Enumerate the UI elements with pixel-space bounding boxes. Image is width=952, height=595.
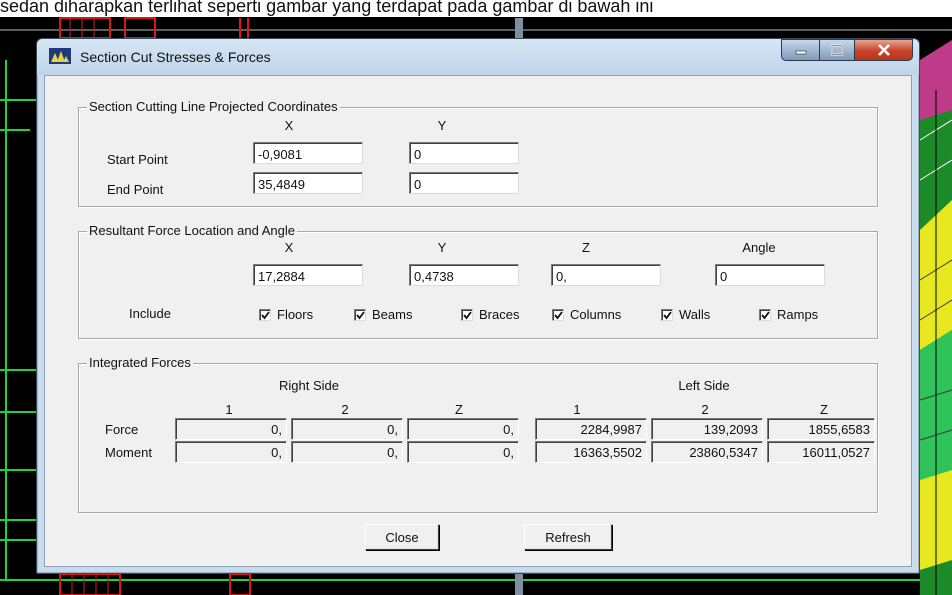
resultant-group: Resultant Force Location and Angle X Y Z…	[78, 223, 878, 339]
checkmark-icon	[663, 310, 672, 319]
checkmark-icon	[463, 310, 472, 319]
resultant-x-input[interactable]	[253, 264, 363, 286]
close-icon	[877, 44, 890, 56]
include-ramps-label: Ramps	[777, 307, 819, 322]
include-braces-checkbox[interactable]: Braces	[461, 307, 519, 322]
checkbox-box[interactable]	[259, 308, 271, 321]
coords-group: Section Cutting Line Projected Coordinat…	[78, 99, 878, 207]
checkmark-icon	[356, 310, 365, 319]
include-label: Include	[129, 306, 171, 321]
col-header: Z	[455, 402, 463, 417]
close-button[interactable]: Close	[365, 524, 439, 550]
integrated-forces-group: Integrated Forces Right Side Left Side 1…	[78, 355, 878, 513]
force-right-z: 0,	[407, 418, 519, 440]
checkmark-icon	[761, 310, 770, 319]
checkmark-icon	[554, 310, 563, 319]
right-side-header: Right Side	[279, 378, 339, 393]
coords-x-header: X	[284, 118, 294, 133]
etabs-app-icon	[49, 48, 71, 64]
minimize-button[interactable]	[781, 39, 819, 61]
include-walls-label: Walls	[679, 307, 711, 322]
checkbox-box[interactable]	[354, 308, 366, 321]
force-left-1: 2284,9987	[535, 418, 647, 440]
coords-y-header: Y	[437, 118, 447, 133]
close-window-button[interactable]	[855, 39, 913, 61]
include-walls-checkbox[interactable]: Walls	[661, 307, 710, 322]
coords-group-label: Section Cutting Line Projected Coordinat…	[87, 99, 340, 114]
checkbox-box[interactable]	[759, 308, 771, 321]
include-braces-label: Braces	[479, 307, 520, 322]
end-point-label: End Point	[107, 182, 164, 197]
force-right-2: 0,	[291, 418, 403, 440]
include-floors-checkbox[interactable]: Floors	[259, 307, 313, 322]
dialog-client-area: Section Cutting Line Projected Coordinat…	[44, 75, 912, 567]
include-columns-checkbox[interactable]: Columns	[552, 307, 621, 322]
resultant-angle-header: Angle	[742, 240, 776, 255]
left-side-header: Left Side	[678, 378, 730, 393]
moment-right-1: 0,	[175, 441, 287, 463]
include-beams-label: Beams	[372, 307, 413, 322]
moment-right-2: 0,	[291, 441, 403, 463]
start-point-label: Start Point	[107, 152, 168, 167]
section-cut-dialog: Section Cut Stresses & Forces Section Cu…	[36, 38, 920, 574]
moment-left-z: 16011,0527	[767, 441, 875, 463]
col-header: Z	[820, 402, 828, 417]
end-y-input[interactable]	[409, 172, 519, 194]
resultant-z-input[interactable]	[551, 264, 661, 286]
col-header: 1	[573, 402, 581, 417]
maximize-icon	[831, 44, 843, 56]
col-header: 2	[701, 402, 709, 417]
moment-left-1: 16363,5502	[535, 441, 647, 463]
checkbox-box[interactable]	[461, 308, 473, 321]
resultant-z-header: Z	[582, 240, 590, 255]
include-columns-label: Columns	[570, 307, 622, 322]
force-row-label: Force	[105, 422, 139, 437]
include-beams-checkbox[interactable]: Beams	[354, 307, 412, 322]
start-y-input[interactable]	[409, 142, 519, 164]
resultant-y-header: Y	[437, 240, 447, 255]
checkbox-box[interactable]	[552, 308, 564, 321]
checkbox-box[interactable]	[661, 308, 673, 321]
col-header: 2	[341, 402, 349, 417]
include-floors-label: Floors	[277, 307, 314, 322]
integrated-group-label: Integrated Forces	[87, 355, 193, 370]
force-left-z: 1855,6583	[767, 418, 875, 440]
maximize-button[interactable]	[819, 39, 855, 61]
refresh-button[interactable]: Refresh	[524, 524, 612, 550]
force-left-2: 139,2093	[651, 418, 763, 440]
end-x-input[interactable]	[253, 172, 363, 194]
resultant-group-label: Resultant Force Location and Angle	[87, 223, 297, 238]
minimize-icon	[795, 50, 806, 55]
window-title: Section Cut Stresses & Forces	[80, 49, 271, 65]
checkmark-icon	[261, 310, 270, 319]
moment-left-2: 23860,5347	[651, 441, 763, 463]
force-right-1: 0,	[175, 418, 287, 440]
resultant-y-input[interactable]	[409, 264, 519, 286]
col-header: 1	[225, 402, 233, 417]
resultant-angle-input[interactable]	[715, 264, 825, 286]
start-x-input[interactable]	[253, 142, 363, 164]
resultant-x-header: X	[284, 240, 294, 255]
moment-row-label: Moment	[105, 445, 152, 460]
include-ramps-checkbox[interactable]: Ramps	[759, 307, 818, 322]
moment-right-z: 0,	[407, 441, 519, 463]
title-bar[interactable]: Section Cut Stresses & Forces	[37, 39, 919, 75]
